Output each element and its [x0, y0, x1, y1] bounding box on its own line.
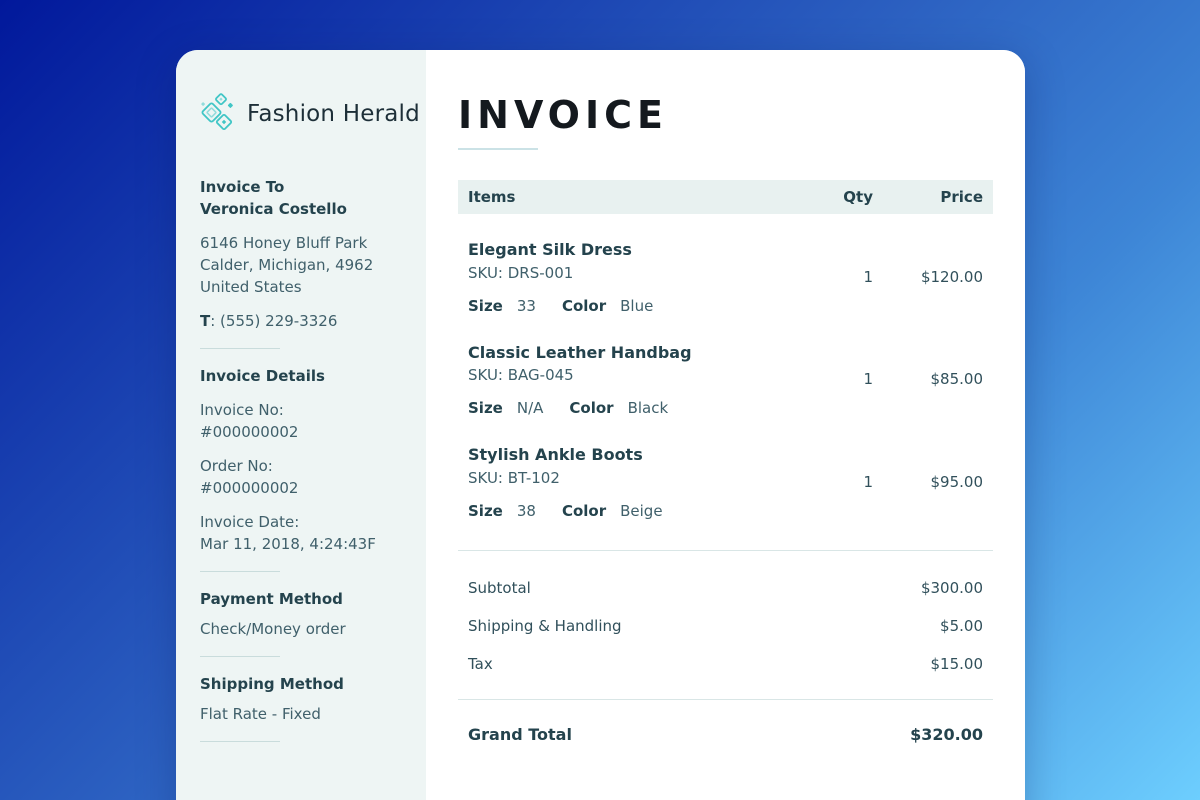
customer-address: 6146 Honey Bluff Park Calder, Michigan, …	[200, 232, 402, 298]
table-row: Classic Leather Handbag SKU: BAG-045 Siz…	[458, 317, 993, 420]
shipping-value: $5.00	[873, 617, 983, 635]
tax-value: $15.00	[873, 655, 983, 673]
invoice-date-label: Invoice Date:	[200, 511, 402, 533]
color-value: Beige	[620, 502, 662, 520]
header-items: Items	[468, 188, 783, 206]
sidebar-divider	[200, 571, 280, 572]
page-background: { "background": { "gradient_start": "#01…	[0, 0, 1200, 800]
phone-label: T	[200, 312, 210, 330]
item-attributes: Size 33 Color Blue	[468, 297, 783, 315]
header-qty: Qty	[783, 188, 873, 206]
table-row: Elegant Silk Dress SKU: DRS-001 Size 33 Co…	[458, 214, 993, 317]
tax-row: Tax $15.00	[458, 645, 993, 683]
payment-method-value: Check/Money order	[200, 618, 402, 640]
summary-section: Subtotal $300.00 Shipping & Handling $5.…	[458, 569, 993, 683]
shipping-method-heading: Shipping Method	[200, 673, 402, 695]
order-no-value: #000000002	[200, 477, 402, 499]
table-row: Stylish Ankle Boots SKU: BT-102 Size 38 Co…	[458, 419, 993, 522]
invoice-date-value: Mar 11, 2018, 4:24:43F	[200, 533, 402, 555]
grand-total-label: Grand Total	[468, 725, 873, 744]
item-qty: 1	[783, 268, 873, 286]
item-info: Classic Leather Handbag SKU: BAG-045 Siz…	[468, 342, 783, 418]
shipping-method-section: Shipping Method Flat Rate - Fixed	[200, 673, 402, 742]
tax-label: Tax	[468, 655, 873, 673]
size-label: Size	[468, 399, 503, 417]
brand-logo-icon	[200, 92, 238, 136]
phone-number: : (555) 229-3326	[210, 312, 337, 330]
color-label: Color	[569, 399, 613, 417]
brand: Fashion Herald	[200, 92, 402, 136]
shipping-label: Shipping & Handling	[468, 617, 873, 635]
item-price: $95.00	[873, 473, 983, 491]
grand-total-value: $320.00	[873, 725, 983, 744]
invoice-no-row: Invoice No: #000000002	[200, 399, 402, 443]
grand-total-divider	[458, 699, 993, 700]
invoice-to-section: Invoice To Veronica Costello 6146 Honey …	[200, 176, 402, 349]
invoice-card: Fashion Herald Invoice To Veronica Coste…	[176, 50, 1025, 800]
invoice-date-row: Invoice Date: Mar 11, 2018, 4:24:43F	[200, 511, 402, 555]
summary-divider	[458, 550, 993, 551]
invoice-details-heading: Invoice Details	[200, 365, 402, 387]
order-no-label: Order No:	[200, 455, 402, 477]
color-label: Color	[562, 297, 606, 315]
item-qty: 1	[783, 370, 873, 388]
payment-method-section: Payment Method Check/Money order	[200, 588, 402, 657]
item-attributes: Size N/A Color Black	[468, 399, 783, 417]
item-sku: SKU: DRS-001	[468, 264, 783, 282]
invoice-main: INVOICE Items Qty Price Elegant Silk Dre…	[426, 50, 1025, 800]
item-name: Classic Leather Handbag	[468, 342, 783, 364]
item-price: $120.00	[873, 268, 983, 286]
item-name: Stylish Ankle Boots	[468, 444, 783, 466]
customer-name: Veronica Costello	[200, 198, 402, 220]
address-line: Calder, Michigan, 4962	[200, 254, 402, 276]
color-value: Black	[628, 399, 669, 417]
address-line: United States	[200, 276, 402, 298]
color-label: Color	[562, 502, 606, 520]
header-price: Price	[873, 188, 983, 206]
item-sku: SKU: BAG-045	[468, 366, 783, 384]
sidebar-divider	[200, 348, 280, 349]
color-value: Blue	[620, 297, 653, 315]
invoice-details-section: Invoice Details Invoice No: #000000002 O…	[200, 365, 402, 572]
payment-method-heading: Payment Method	[200, 588, 402, 610]
size-label: Size	[468, 502, 503, 520]
invoice-to-label: Invoice To	[200, 176, 402, 198]
invoice-no-label: Invoice No:	[200, 399, 402, 421]
size-value: 33	[517, 297, 536, 315]
address-line: 6146 Honey Bluff Park	[200, 232, 402, 254]
subtotal-row: Subtotal $300.00	[458, 569, 993, 607]
item-sku: SKU: BT-102	[468, 469, 783, 487]
item-qty: 1	[783, 473, 873, 491]
items-table-header: Items Qty Price	[458, 180, 993, 214]
sidebar: Fashion Herald Invoice To Veronica Coste…	[176, 50, 426, 800]
subtotal-value: $300.00	[873, 579, 983, 597]
subtotal-label: Subtotal	[468, 579, 873, 597]
title-underline	[458, 148, 538, 150]
shipping-method-value: Flat Rate - Fixed	[200, 703, 402, 725]
sidebar-divider	[200, 741, 280, 742]
item-attributes: Size 38 Color Beige	[468, 502, 783, 520]
sidebar-divider	[200, 656, 280, 657]
customer-phone: T: (555) 229-3326	[200, 310, 402, 332]
size-value: 38	[517, 502, 536, 520]
shipping-row: Shipping & Handling $5.00	[458, 607, 993, 645]
item-info: Stylish Ankle Boots SKU: BT-102 Size 38 Co…	[468, 444, 783, 520]
brand-name: Fashion Herald	[247, 101, 420, 127]
size-label: Size	[468, 297, 503, 315]
size-value: N/A	[517, 399, 544, 417]
order-no-row: Order No: #000000002	[200, 455, 402, 499]
grand-total-row: Grand Total $320.00	[458, 712, 993, 758]
page-title: INVOICE	[458, 96, 993, 134]
item-price: $85.00	[873, 370, 983, 388]
item-info: Elegant Silk Dress SKU: DRS-001 Size 33 Co…	[468, 239, 783, 315]
invoice-no-value: #000000002	[200, 421, 402, 443]
item-name: Elegant Silk Dress	[468, 239, 783, 261]
